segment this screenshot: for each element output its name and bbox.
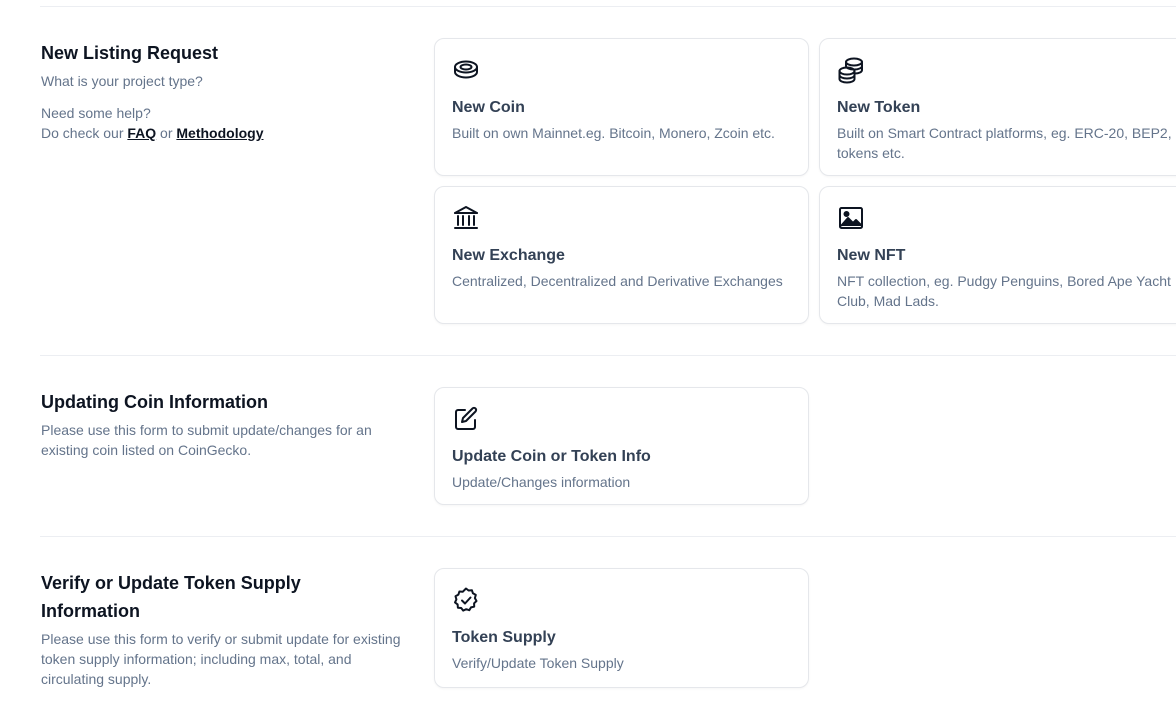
update-section-subtitle: Please use this form to submit update/ch…: [41, 422, 372, 458]
section-divider: [40, 536, 1176, 537]
token-supply-title: Token Supply: [452, 629, 556, 646]
help-text: Need some help? Do check our FAQ or Meth…: [41, 103, 411, 143]
supply-section-title: Verify or Update Token Supply Informatio…: [41, 573, 301, 621]
token-supply-desc: Verify/Update Token Supply: [452, 655, 624, 671]
update-section-text: Updating Coin Information Please use thi…: [41, 388, 411, 460]
methodology-link[interactable]: Methodology: [176, 125, 263, 141]
bank-icon: [452, 204, 480, 232]
verified-badge-icon: [452, 586, 480, 614]
new-exchange-card[interactable]: New Exchange Centralized, Decentralized …: [434, 186, 809, 324]
supply-section-text: Verify or Update Token Supply Informatio…: [41, 569, 406, 689]
new-exchange-desc: Centralized, Decentralized and Derivativ…: [452, 273, 783, 289]
top-divider: [40, 6, 1176, 7]
new-token-card[interactable]: New Token Built on Smart Contract platfo…: [819, 38, 1176, 176]
new-coin-card[interactable]: New Coin Built on own Mainnet.eg. Bitcoi…: [434, 38, 809, 176]
image-icon: [837, 204, 865, 232]
listing-section-subtitle: What is your project type?: [41, 73, 203, 89]
help-line: Need some help?: [41, 105, 151, 121]
token-supply-card[interactable]: Token Supply Verify/Update Token Supply: [434, 568, 809, 688]
new-coin-title: New Coin: [452, 99, 525, 116]
supply-section-subtitle: Please use this form to verify or submit…: [41, 631, 401, 687]
coin-icon: [452, 56, 480, 84]
help-prefix: Do check our: [41, 125, 128, 141]
help-or: or: [156, 125, 177, 141]
new-nft-title: New NFT: [837, 247, 906, 264]
edit-icon: [452, 405, 480, 433]
new-token-desc: Built on Smart Contract platforms, eg. E…: [837, 125, 1172, 161]
section-divider: [40, 355, 1176, 356]
help-links-line: Do check our FAQ or Methodology: [41, 123, 411, 143]
new-nft-desc: NFT collection, eg. Pudgy Penguins, Bore…: [837, 273, 1171, 309]
listing-section-text: New Listing Request What is your project…: [41, 39, 411, 143]
update-coin-card[interactable]: Update Coin or Token Info Update/Changes…: [434, 387, 809, 505]
listing-section-title: New Listing Request: [41, 43, 219, 63]
new-token-title: New Token: [837, 99, 921, 116]
update-coin-desc: Update/Changes information: [452, 474, 631, 490]
update-section-title: Updating Coin Information: [41, 392, 268, 412]
update-coin-title: Update Coin or Token Info: [452, 448, 651, 465]
new-exchange-title: New Exchange: [452, 247, 565, 264]
faq-link[interactable]: FAQ: [127, 125, 156, 141]
coins-stack-icon: [837, 56, 865, 84]
new-coin-desc: Built on own Mainnet.eg. Bitcoin, Monero…: [452, 125, 775, 141]
new-nft-card[interactable]: New NFT NFT collection, eg. Pudgy Pengui…: [819, 186, 1176, 324]
